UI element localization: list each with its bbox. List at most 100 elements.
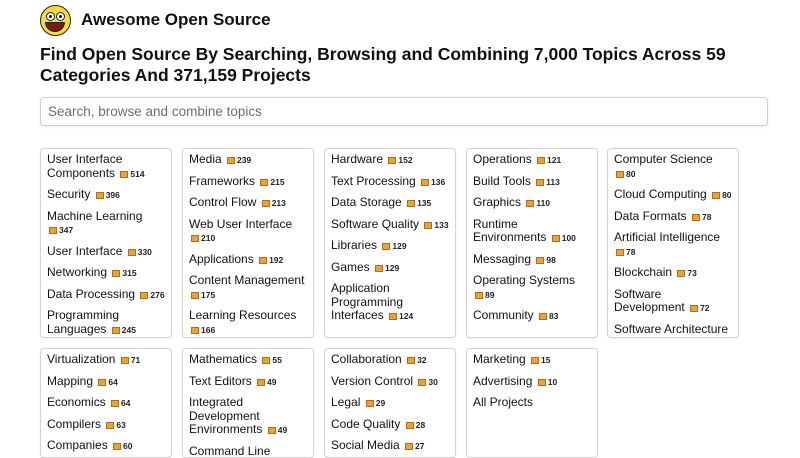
category-link[interactable]: Compilers 63 <box>47 418 165 433</box>
category-link[interactable]: Legal 29 <box>331 396 449 411</box>
category-link[interactable]: Hardware 152 <box>331 153 449 168</box>
category-link[interactable]: Media 239 <box>189 153 307 168</box>
category-link[interactable]: Software Architecture 72 <box>614 323 732 339</box>
category-label: Hardware <box>331 152 383 166</box>
package-box-icon <box>616 171 624 178</box>
package-box-icon <box>712 192 720 199</box>
category-link[interactable]: Data Processing 276 <box>47 288 165 303</box>
category-link[interactable]: Integrated Development Environments 49 <box>189 396 307 438</box>
category-card-8: Collaboration 32 Version Control 30 Legal … <box>324 348 456 458</box>
category-label: Software Quality <box>331 217 419 231</box>
category-link[interactable]: Learning Resources 166 <box>189 309 307 337</box>
category-label: Blockchain <box>614 265 672 279</box>
category-link[interactable]: Content Management 175 <box>189 274 307 302</box>
category-link[interactable]: Build Tools 113 <box>473 175 591 190</box>
category-label: Text Processing <box>331 174 416 188</box>
topic-count: 78 <box>614 247 635 257</box>
category-link[interactable]: Software Quality 133 <box>331 218 449 233</box>
category-link[interactable]: Data Formats 78 <box>614 210 732 225</box>
category-link[interactable]: Computer Science 80 <box>614 153 732 181</box>
topic-count-value: 330 <box>138 247 152 257</box>
package-box-icon <box>260 179 268 186</box>
package-box-icon <box>262 357 270 364</box>
topic-count-value: 73 <box>687 268 696 278</box>
site-title[interactable]: Awesome Open Source <box>81 10 271 30</box>
topic-count-value: 30 <box>428 377 437 387</box>
topic-count-value: 29 <box>376 398 385 408</box>
category-card-5: Computer Science 80 Cloud Computing 80 Dat… <box>607 148 739 338</box>
category-link[interactable]: Frameworks 215 <box>189 175 307 190</box>
category-link[interactable]: Economics 64 <box>47 396 165 411</box>
category-link[interactable]: User Interface 330 <box>47 245 165 260</box>
search-input[interactable] <box>41 98 767 125</box>
category-link[interactable]: Code Quality 28 <box>331 418 449 433</box>
category-link[interactable]: Community 83 <box>473 309 591 324</box>
category-card-1: User Interface Components 514 Security 39… <box>40 148 172 338</box>
site-header: Awesome Open Source <box>40 4 271 36</box>
topic-count-value: 276 <box>150 290 164 300</box>
category-link[interactable]: Mathematics 55 <box>189 353 307 368</box>
package-box-icon <box>526 200 534 207</box>
package-box-icon <box>227 157 235 164</box>
category-link[interactable]: Text Processing 136 <box>331 175 449 190</box>
category-link[interactable]: Applications 192 <box>189 253 307 268</box>
category-link[interactable]: Runtime Environments 100 <box>473 218 591 246</box>
category-label: Media <box>189 152 222 166</box>
category-link[interactable]: Programming Languages 245 <box>47 309 165 337</box>
category-link[interactable]: All Projects <box>473 396 591 410</box>
topic-count-value: 239 <box>237 155 251 165</box>
category-link[interactable]: Operating Systems 89 <box>473 274 591 302</box>
category-link[interactable]: Machine Learning 347 <box>47 210 165 238</box>
topic-count: 89 <box>473 290 494 300</box>
category-label: Web User Interface <box>189 217 292 231</box>
category-label: Runtime Environments <box>473 217 546 245</box>
category-link[interactable]: Software Development 72 <box>614 288 732 316</box>
topic-count: 133 <box>422 220 448 230</box>
category-link[interactable]: Games 129 <box>331 261 449 276</box>
package-box-icon <box>531 357 539 364</box>
topic-count-value: 129 <box>392 241 406 251</box>
package-box-icon <box>407 357 415 364</box>
topic-count-value: 113 <box>546 177 560 187</box>
topic-count: 29 <box>364 398 385 408</box>
category-link[interactable]: Text Editors 49 <box>189 375 307 390</box>
topic-count: 129 <box>373 263 399 273</box>
category-link[interactable]: Security 396 <box>47 188 165 203</box>
category-link[interactable]: Cloud Computing 80 <box>614 188 732 203</box>
category-link[interactable]: Blockchain 73 <box>614 266 732 281</box>
topic-count: 64 <box>96 377 117 387</box>
logo-mouth <box>45 22 65 32</box>
package-box-icon <box>259 257 267 264</box>
topic-count-value: 80 <box>626 169 635 179</box>
category-link[interactable]: Control Flow 213 <box>189 196 307 211</box>
topic-count: 63 <box>104 420 125 430</box>
category-link[interactable]: Networking 315 <box>47 266 165 281</box>
category-link[interactable]: Web User Interface 210 <box>189 218 307 246</box>
category-link[interactable]: Graphics 110 <box>473 196 591 211</box>
topic-count-value: 78 <box>702 212 711 222</box>
category-link[interactable]: Artificial Intelligence 78 <box>614 231 732 259</box>
category-link[interactable]: Social Media 27 <box>331 439 449 454</box>
category-link[interactable]: Data Storage 135 <box>331 196 449 211</box>
category-label: Software Development <box>614 287 685 315</box>
topic-count: 213 <box>260 198 286 208</box>
category-link[interactable]: Libraries 129 <box>331 239 449 254</box>
category-link[interactable]: Version Control 30 <box>331 375 449 390</box>
category-link[interactable]: Collaboration 32 <box>331 353 449 368</box>
awesome-face-logo-icon[interactable] <box>40 5 71 36</box>
category-link[interactable]: Advertising 10 <box>473 375 591 390</box>
category-link[interactable]: Companies 60 <box>47 439 165 454</box>
category-link[interactable]: Application Programming Interfaces 124 <box>331 282 449 324</box>
category-label: Networking <box>47 265 107 279</box>
category-link[interactable]: Marketing 15 <box>473 353 591 368</box>
category-link[interactable]: User Interface Components 514 <box>47 153 165 181</box>
topic-count-value: 175 <box>201 290 215 300</box>
category-link[interactable]: Operations 121 <box>473 153 591 168</box>
topic-count-value: 396 <box>106 190 120 200</box>
category-link[interactable]: Messaging 98 <box>473 253 591 268</box>
category-link[interactable]: Mapping 64 <box>47 375 165 390</box>
category-link[interactable]: Command Line <box>189 445 307 458</box>
category-link[interactable]: Virtualization 71 <box>47 353 165 368</box>
package-box-icon <box>389 313 397 320</box>
package-box-icon <box>96 192 104 199</box>
